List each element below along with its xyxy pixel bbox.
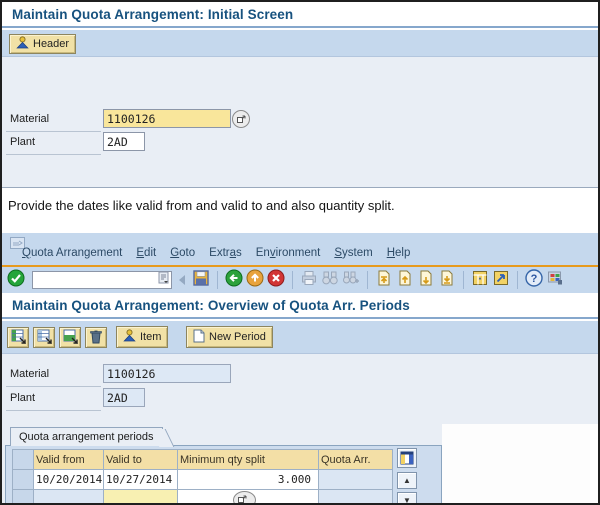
exit-icon[interactable]	[246, 269, 264, 292]
table-row-2	[12, 490, 393, 505]
back-icon[interactable]	[225, 269, 243, 292]
cell-min_qty[interactable]: 3.000	[178, 470, 319, 490]
cropped-white-area	[442, 424, 598, 503]
menu-item-extras[interactable]: Extras	[209, 247, 242, 259]
previous-page-icon[interactable]	[396, 269, 414, 292]
screen2-content: Material 1100126 Plant 2AD Quota arrange…	[2, 354, 598, 503]
new-page-icon	[193, 329, 205, 346]
table-row-1: 10/20/201410/27/20143.000	[12, 470, 393, 490]
tab-label: Quota arrangement periods	[19, 431, 154, 443]
cell-min_qty[interactable]	[178, 490, 319, 505]
copy-line-button[interactable]	[59, 327, 81, 348]
cell-quota_arr[interactable]	[319, 490, 393, 505]
insert-line-button[interactable]	[7, 327, 29, 348]
cut-line-icon	[37, 329, 52, 347]
row-selector[interactable]	[13, 490, 34, 505]
cut-line-button[interactable]	[33, 327, 55, 348]
customize-layout-icon[interactable]	[546, 269, 564, 292]
screen1-app-toolbar: Header	[2, 30, 598, 57]
plant-label: Plant	[10, 136, 35, 148]
new-period-button[interactable]: New Period	[186, 326, 273, 348]
column-header-valid_to[interactable]: Valid to	[104, 450, 178, 470]
column-header-valid_from[interactable]: Valid from	[34, 450, 104, 470]
material2-label-cell: Material	[6, 364, 101, 387]
last-page-icon[interactable]	[438, 269, 456, 292]
system-toolbar: ?	[2, 267, 598, 293]
next-page-icon[interactable]	[417, 269, 435, 292]
table-panel: Valid fromValid toMinimum qty splitQuota…	[5, 445, 442, 505]
tab-quota-arrangement-periods[interactable]: Quota arrangement periods	[10, 427, 163, 446]
material-label: Material	[10, 113, 49, 125]
delete-line-button[interactable]	[85, 327, 107, 348]
screenshot-root: Maintain Quota Arrangement: Initial Scre…	[0, 0, 600, 505]
cell-valid_from[interactable]: 10/20/2014	[34, 470, 104, 490]
insert-line-icon	[11, 329, 26, 347]
save-icon[interactable]	[192, 269, 210, 292]
material2-display: 1100126	[103, 364, 231, 383]
menu-item-help[interactable]: Help	[387, 247, 411, 259]
material-input[interactable]: 1100126	[103, 109, 231, 128]
table-configuration-button[interactable]	[397, 448, 417, 468]
menu-item-edit[interactable]: Edit	[136, 247, 156, 259]
menu-item-environment[interactable]: Environment	[256, 247, 321, 259]
command-input[interactable]	[12, 272, 158, 288]
f4-help-icon[interactable]	[233, 491, 256, 505]
find-icon	[321, 269, 339, 292]
cell-valid_to[interactable]: 10/27/2014	[104, 470, 178, 490]
material2-label: Material	[10, 368, 49, 380]
plant-input[interactable]: 2AD	[103, 132, 145, 151]
svg-text:?: ?	[531, 273, 538, 285]
menu-item-quota-arrangement[interactable]: Quota Arrangement	[22, 247, 122, 259]
cancel-icon[interactable]	[267, 269, 285, 292]
column-header-quota_arr[interactable]: Quota Arr.	[319, 450, 393, 470]
plant2-label-cell: Plant	[6, 388, 101, 411]
person-icon	[123, 329, 136, 345]
table-body: 10/20/201410/27/20143.000	[12, 470, 393, 505]
cell-quota_arr[interactable]	[319, 470, 393, 490]
item-button[interactable]: Item	[116, 326, 168, 348]
screen1-title-bar: Maintain Quota Arrangement: Initial Scre…	[2, 2, 598, 28]
command-list-icon[interactable]	[158, 271, 170, 290]
scroll-up-button[interactable]: ▲	[397, 472, 417, 489]
column-header-min_qty[interactable]: Minimum qty split	[178, 450, 319, 470]
collapse-icon[interactable]	[179, 275, 185, 285]
scroll-down-button[interactable]: ▼	[397, 492, 417, 505]
table-header-row: Valid fromValid toMinimum qty splitQuota…	[12, 450, 393, 470]
page-title: Maintain Quota Arrangement: Initial Scre…	[12, 7, 293, 22]
menu-item-goto[interactable]: Goto	[170, 247, 195, 259]
quota-table: Valid fromValid toMinimum qty splitQuota…	[12, 449, 393, 505]
find-next-icon	[342, 269, 360, 292]
f4-help-icon[interactable]	[232, 110, 250, 128]
screen1-content: Material 1100126 Plant 2AD	[2, 57, 598, 188]
menu-item-system[interactable]: System	[334, 247, 372, 259]
help-icon[interactable]: ?	[525, 269, 543, 292]
row-selector[interactable]	[13, 470, 34, 490]
delete-line-icon	[89, 329, 103, 347]
person-icon	[16, 36, 29, 52]
header-button-label: Header	[33, 38, 69, 50]
page-title-2: Maintain Quota Arrangement: Overview of …	[12, 298, 410, 313]
screen2-title-bar: Maintain Quota Arrangement: Overview of …	[2, 293, 598, 319]
screen2-menu-area: Quota Arrangement Edit Goto Extras Environme…	[2, 233, 598, 265]
note-area: Provide the dates like valid from and va…	[2, 188, 598, 233]
first-page-icon[interactable]	[375, 269, 393, 292]
screen2-app-toolbar: Item New Period	[2, 321, 598, 354]
create-shortcut-icon[interactable]	[492, 269, 510, 292]
item-button-label: Item	[140, 331, 161, 343]
note-text: Provide the dates like valid from and va…	[8, 198, 395, 213]
print-icon	[300, 269, 318, 292]
new-period-button-label: New Period	[209, 331, 266, 343]
cell-valid_to[interactable]	[104, 490, 178, 505]
plant2-display: 2AD	[103, 388, 145, 407]
row-selector-header[interactable]	[13, 450, 34, 470]
plant-label-cell: Plant	[6, 132, 101, 155]
command-field[interactable]	[32, 271, 172, 289]
cell-valid_from[interactable]	[34, 490, 104, 505]
new-session-icon[interactable]	[471, 269, 489, 292]
copy-line-icon	[63, 329, 78, 347]
plant2-label: Plant	[10, 392, 35, 404]
header-button[interactable]: Header	[9, 34, 76, 54]
material-label-cell: Material	[6, 109, 101, 132]
menu-bar: Quota Arrangement Edit Goto Extras Environme…	[22, 247, 424, 259]
